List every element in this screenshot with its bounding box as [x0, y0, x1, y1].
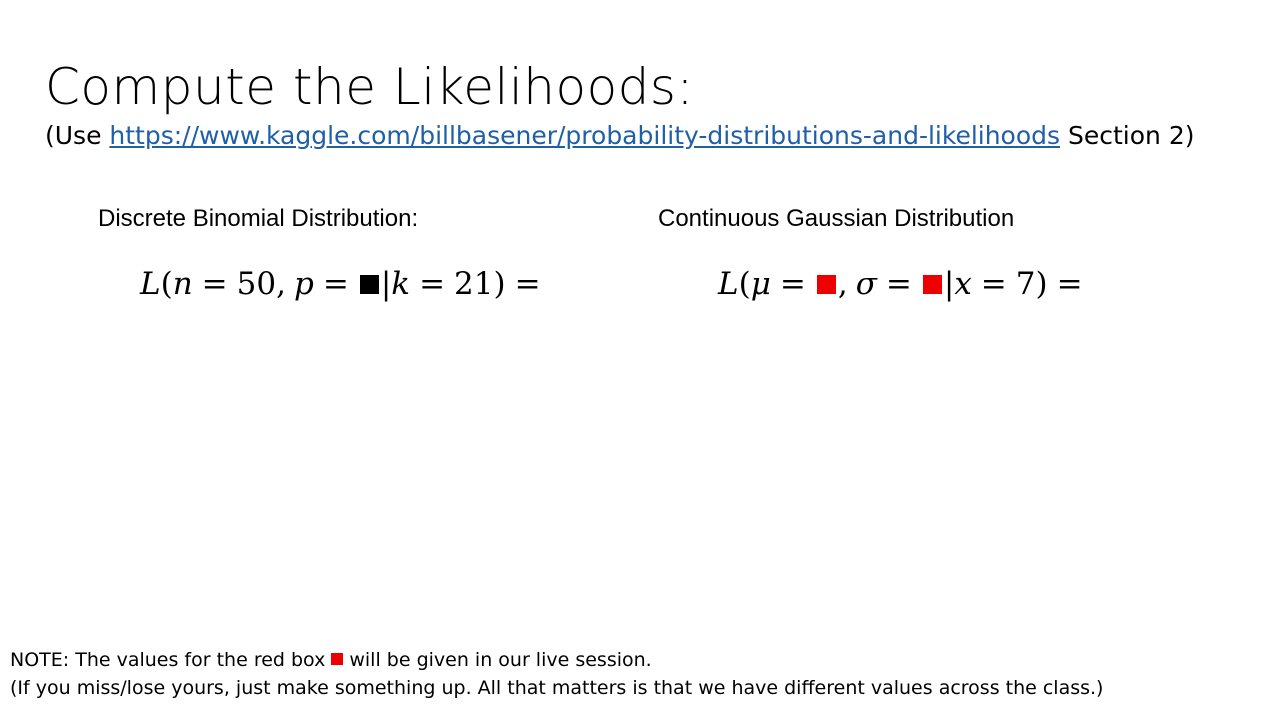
n-variable: n [172, 266, 193, 302]
close-paren: ) [1035, 266, 1048, 302]
open-paren: ( [160, 266, 173, 302]
open-paren: ( [738, 266, 751, 302]
equals-sign: = [779, 266, 806, 302]
k-value: 21 [454, 266, 494, 302]
gaussian-likelihood-equation: L(μ =, σ = |x = 7) = [718, 266, 1092, 302]
comma: , [837, 266, 848, 302]
slide-subtitle: (Use https://www.kaggle.com/billbasener/… [45, 121, 1194, 150]
note-prefix: NOTE: The values for the red box [10, 649, 326, 671]
x-value: 7 [1015, 266, 1036, 302]
equals-sign: = [980, 266, 1007, 302]
equals-sign: = [1056, 266, 1083, 302]
close-paren: ) [493, 266, 506, 302]
slide: Compute the Likelihoods: (Use https://ww… [0, 0, 1280, 720]
binomial-likelihood-equation: L(n = 50, p = |k = 21) = [140, 266, 550, 302]
note-suffix: will be given in our live session. [349, 649, 652, 671]
equals-sign: = [322, 266, 349, 302]
mu-variable: μ [750, 266, 771, 302]
k-variable: k [391, 266, 411, 302]
comma: , [276, 266, 286, 302]
binomial-heading: Discrete Binomial Distribution: [98, 205, 419, 232]
likelihood-symbol: L [718, 266, 739, 302]
given-bar: | [943, 266, 955, 302]
subtitle-suffix: Section 2) [1060, 121, 1195, 150]
red-box-placeholder [922, 275, 942, 294]
equals-sign: = [419, 266, 446, 302]
note-block: NOTE: The values for the red box will be … [10, 646, 1103, 702]
note-line-1: NOTE: The values for the red box will be … [10, 646, 1103, 674]
equals-sign: = [885, 266, 912, 302]
black-box-placeholder [359, 275, 379, 294]
note-line-2: (If you miss/lose yours, just make somet… [10, 677, 1104, 699]
subtitle-prefix: (Use [45, 121, 110, 150]
kaggle-link[interactable]: https://www.kaggle.com/billbasener/proba… [109, 121, 1060, 150]
x-variable: x [954, 266, 972, 302]
sigma-variable: σ [855, 266, 877, 302]
given-bar: | [380, 266, 392, 302]
n-value: 50 [236, 266, 277, 302]
likelihood-symbol: L [140, 266, 161, 302]
red-box-icon [331, 653, 344, 665]
equals-sign: = [201, 266, 228, 302]
gaussian-heading: Continuous Gaussian Distribution [658, 205, 1015, 232]
p-variable: p [293, 266, 314, 302]
equals-sign: = [514, 266, 541, 302]
red-box-placeholder [816, 275, 836, 294]
slide-title: Compute the Likelihoods: [45, 58, 694, 116]
